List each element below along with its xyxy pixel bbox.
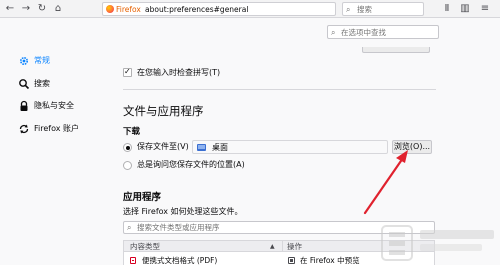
search-icon: ⌕ — [127, 223, 132, 232]
checkmark-icon: ✓ — [124, 67, 131, 76]
content-type-cell: 便携式文档格式 (PDF) — [142, 256, 218, 265]
url-bar[interactable]: Firefox about:preferences#general — [102, 2, 336, 16]
browser-toolbar: ← → ↻ ⌂ Firefox about:preferences#genera… — [0, 0, 500, 18]
spellcheck-label: 在您输入时检查拼写(T) — [137, 68, 221, 77]
file-types-search-placeholder: 搜索文件类型或应用程序 — [137, 223, 220, 232]
applications-table: 内容类型 ▲ 操作 便携式文档格式 (PDF) 在 Firefox 中预览 — [123, 240, 435, 265]
applications-heading: 应用程序 — [123, 192, 162, 203]
url-text[interactable]: about:preferences#general — [145, 4, 248, 15]
downloads-heading: 下载 — [123, 127, 141, 137]
column-header-action[interactable]: 操作 — [287, 241, 302, 252]
files-apps-heading: 文件与应用程序 — [123, 104, 204, 118]
save-to-radio[interactable] — [123, 143, 132, 152]
sync-icon — [18, 123, 30, 135]
action-cell[interactable]: 在 Firefox 中预览 — [300, 255, 360, 265]
scrolled-off-button[interactable] — [362, 47, 430, 53]
preview-icon — [288, 257, 295, 264]
table-row[interactable]: 便携式文档格式 (PDF) 在 Firefox 中预览 — [124, 255, 434, 265]
search-icon: ⌕ — [331, 28, 336, 37]
reload-icon[interactable]: ↻ — [35, 2, 49, 16]
forward-arrow-icon[interactable]: → — [19, 2, 33, 16]
file-types-search-input[interactable]: ⌕ 搜索文件类型或应用程序 — [123, 221, 435, 234]
lock-icon — [18, 100, 30, 112]
find-in-options-input[interactable]: ⌕ 在选项中查找 — [327, 25, 439, 39]
section-divider — [123, 89, 436, 90]
find-in-options-placeholder: 在选项中查找 — [341, 28, 386, 37]
category-search-label: 搜索 — [34, 79, 50, 88]
save-to-label: 保存文件至(V) — [137, 142, 189, 151]
scrolled-off-setting — [123, 47, 333, 52]
category-firefox-account-label: Firefox 账户 — [34, 124, 80, 133]
category-general[interactable]: 常规 — [18, 54, 50, 68]
hamburger-menu-icon[interactable]: ≡ — [478, 2, 492, 16]
always-ask-label: 总是询问您保存文件的位置(A) — [137, 160, 245, 169]
pdf-file-icon — [130, 257, 136, 264]
category-firefox-account[interactable]: Firefox 账户 — [18, 122, 79, 136]
library-icon[interactable]: Ⅱ — [440, 2, 454, 16]
column-header-content-type[interactable]: 内容类型 — [130, 241, 160, 252]
search-bar[interactable]: ⌕ 搜索 — [342, 2, 424, 16]
category-privacy[interactable]: 隐私与安全 — [18, 99, 74, 113]
identity-label: Firefox — [116, 5, 141, 14]
folder-icon — [197, 144, 206, 151]
search-icon — [18, 78, 30, 90]
home-icon[interactable]: ⌂ — [51, 2, 65, 16]
download-folder-name: 桌面 — [212, 143, 228, 152]
spellcheck-checkbox[interactable]: ✓ — [123, 67, 132, 77]
back-arrow-icon[interactable]: ← — [3, 2, 17, 16]
sidebar-icon[interactable]: ▥ — [458, 2, 472, 16]
gear-icon — [18, 55, 30, 67]
category-general-label: 常规 — [34, 56, 50, 65]
firefox-logo-icon — [106, 5, 114, 13]
browse-button[interactable]: 浏览(O)... — [392, 140, 432, 154]
column-separator — [282, 241, 283, 252]
always-ask-radio[interactable] — [123, 161, 132, 170]
search-icon: ⌕ — [346, 5, 351, 14]
search-bar-placeholder: 搜索 — [357, 5, 372, 14]
category-privacy-label: 隐私与安全 — [34, 101, 74, 110]
download-folder-field: 桌面 — [192, 140, 388, 154]
category-search[interactable]: 搜索 — [18, 77, 50, 91]
table-header: 内容类型 ▲ 操作 — [124, 241, 434, 252]
sort-ascending-icon: ▲ — [270, 243, 275, 250]
applications-description: 选择 Firefox 如何处理这些文件。 — [123, 207, 243, 216]
